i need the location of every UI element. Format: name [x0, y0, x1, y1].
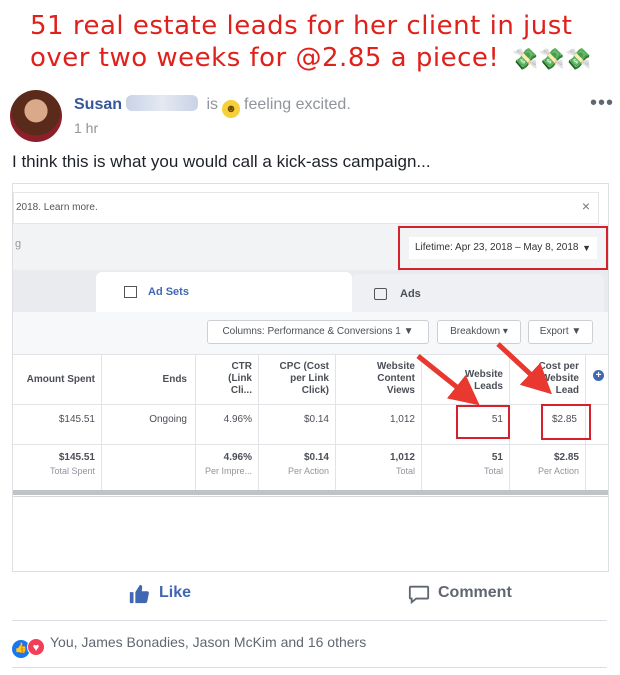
thumbs-up-icon — [129, 584, 149, 604]
comment-button[interactable]: Comment — [406, 580, 526, 608]
divider — [12, 667, 607, 668]
post-text: I think this is what you would call a ki… — [12, 152, 431, 171]
status-prefix: is — [206, 96, 219, 113]
grinning-face-icon: ☻ — [222, 100, 241, 118]
status-text: feeling excited. — [244, 96, 351, 113]
post-author-line: Susan is ☻ feeling excited. — [74, 95, 351, 118]
avatar[interactable] — [10, 90, 62, 142]
love-reaction-icon: ♥ — [27, 638, 45, 656]
reactions-text: You, James Bonadies, Jason McKim and 16 … — [50, 634, 367, 650]
like-label: Like — [159, 584, 192, 601]
author-name[interactable]: Susan — [74, 96, 122, 113]
comment-label: Comment — [438, 584, 512, 601]
like-button[interactable]: Like — [126, 580, 196, 608]
headline: 51 real estate leads for her client in j… — [30, 10, 610, 75]
reactions-summary[interactable]: 👍 ♥ You, James Bonadies, Jason McKim and 1… — [12, 634, 366, 658]
blurred-surname — [126, 95, 199, 111]
arrow-to-cost — [496, 342, 552, 395]
comment-icon — [408, 585, 430, 605]
divider — [12, 620, 607, 621]
ads-manager-screenshot[interactable]: 2018. Learn more. × g Lifetime: Apr 23, … — [12, 183, 609, 572]
post-timestamp[interactable]: 1 hr — [74, 120, 98, 136]
more-options-icon[interactable]: ••• — [590, 92, 614, 115]
annotation-arrows — [416, 342, 552, 406]
money-bag-icon: 💸💸💸 — [512, 47, 593, 71]
headline-text: 51 real estate leads for her client in j… — [30, 11, 573, 73]
arrow-to-leads — [416, 354, 480, 406]
